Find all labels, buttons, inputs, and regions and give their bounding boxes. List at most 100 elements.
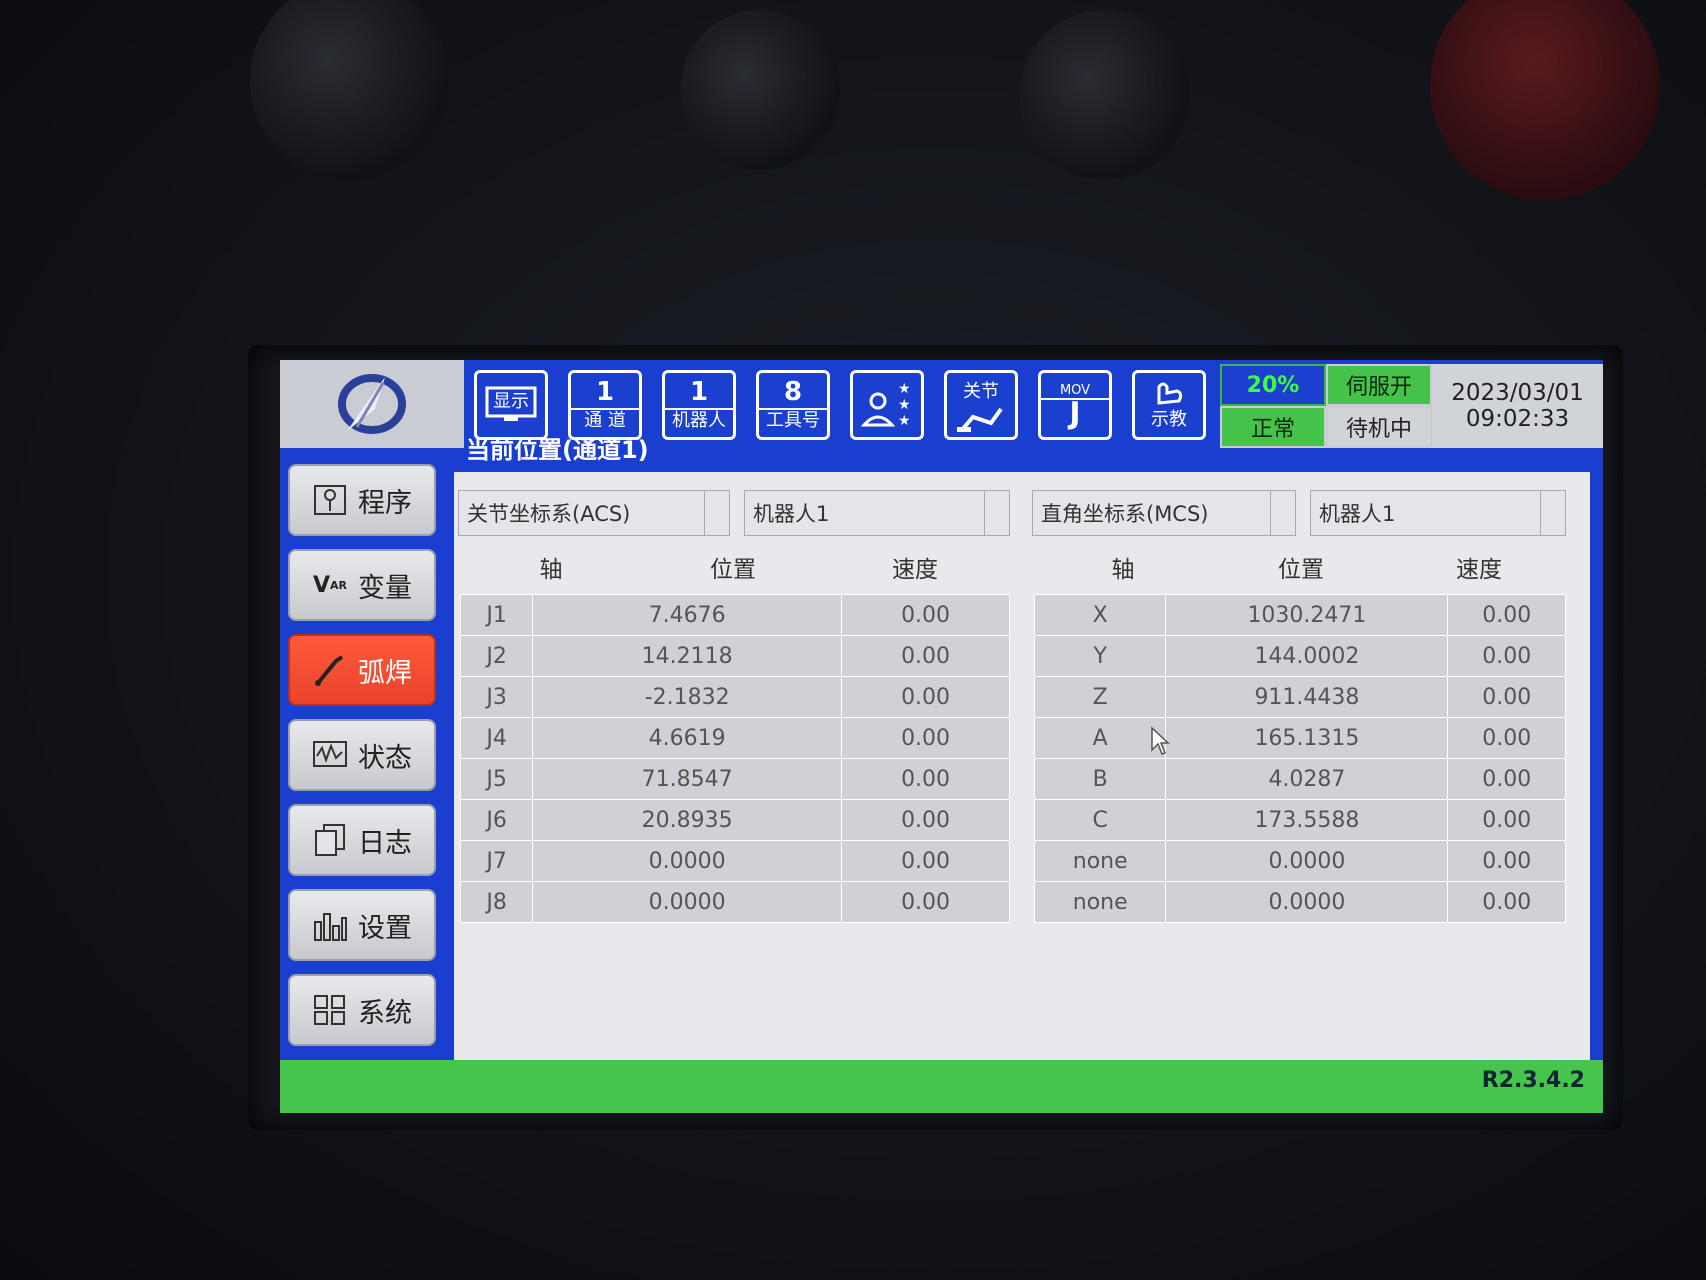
dropdown-arrow-icon bbox=[1270, 491, 1295, 535]
right-table-header: 轴 位置 速度 bbox=[1034, 550, 1568, 584]
header-speed: 速度 bbox=[892, 557, 938, 583]
table-row: J6 20.8935 0.00 bbox=[459, 799, 1010, 841]
axis-cell: Z bbox=[1033, 676, 1167, 718]
channel-number: 1 bbox=[595, 377, 615, 407]
table-row: J4 4.6619 0.00 bbox=[459, 717, 1010, 759]
status-footer: R2.3.4.2 bbox=[280, 1060, 1603, 1113]
axis-cell: J4 bbox=[459, 717, 534, 759]
header-position: 位置 bbox=[710, 557, 756, 583]
sidebar-item-variable[interactable]: V AR 变量 bbox=[288, 549, 436, 621]
axis-cell: Y bbox=[1033, 635, 1167, 677]
axis-cell: J6 bbox=[459, 799, 534, 841]
teach-pendant-screen: 显示 1 通 道 1 机器人 8 工具号 ★ ★ ★ 关节 MOV J 示教 2… bbox=[280, 360, 1603, 1113]
speed-cell: 0.00 bbox=[841, 881, 1010, 923]
position-cell: 144.0002 bbox=[1165, 635, 1449, 677]
right-robot-value: 机器人1 bbox=[1319, 502, 1396, 526]
tool-number: 8 bbox=[783, 377, 803, 407]
position-cell: 20.8935 bbox=[532, 799, 843, 841]
hardware-knob bbox=[680, 10, 840, 170]
table-row: Z 911.4438 0.00 bbox=[1033, 676, 1566, 718]
dropdown-arrow-icon bbox=[704, 491, 729, 535]
left-coord-value: 关节坐标系(ACS) bbox=[467, 502, 631, 526]
svg-text:★: ★ bbox=[898, 381, 911, 397]
position-cell: 0.0000 bbox=[1165, 840, 1449, 882]
axis-cell: A bbox=[1033, 717, 1167, 759]
speed-cell: 0.00 bbox=[841, 758, 1010, 800]
axis-cell: C bbox=[1033, 799, 1167, 841]
table-row: Y 144.0002 0.00 bbox=[1033, 635, 1566, 677]
logo bbox=[280, 360, 464, 448]
position-cell: 4.0287 bbox=[1165, 758, 1449, 800]
table-row: none 0.0000 0.00 bbox=[1033, 840, 1566, 882]
speed-cell: 0.00 bbox=[1447, 676, 1566, 718]
position-cell: 71.8547 bbox=[532, 758, 843, 800]
version-label: R2.3.4.2 bbox=[1481, 1068, 1585, 1093]
header-position: 位置 bbox=[1278, 557, 1324, 583]
sidebar-item-log[interactable]: 日志 bbox=[288, 804, 436, 876]
speed-cell: 0.00 bbox=[1447, 840, 1566, 882]
position-cell: 1030.2471 bbox=[1165, 594, 1449, 636]
sidebar-item-label: 设置 bbox=[358, 912, 412, 944]
table-row: X 1030.2471 0.00 bbox=[1033, 594, 1566, 636]
hardware-knob bbox=[250, 0, 450, 180]
header-axis: 轴 bbox=[1111, 557, 1135, 583]
mouse-cursor-icon bbox=[1151, 726, 1170, 755]
emergency-stop-button[interactable] bbox=[1430, 0, 1660, 200]
sidebar-item-label: 系统 bbox=[358, 997, 412, 1029]
position-cell: 0.0000 bbox=[1165, 881, 1449, 923]
joint-position-table: J1 7.4676 0.00 J2 14.2118 0.00 J3 -2.1832 0.00… bbox=[459, 594, 1010, 923]
right-coord-select[interactable]: 直角坐标系(MCS) bbox=[1032, 490, 1296, 536]
cartesian-position-table: X 1030.2471 0.00 Y 144.0002 0.00 Z 911.4438 0.… bbox=[1033, 594, 1566, 923]
sidebar-item-program[interactable]: 程序 bbox=[288, 464, 436, 536]
speed-cell: 0.00 bbox=[841, 840, 1010, 882]
left-robot-value: 机器人1 bbox=[753, 502, 830, 526]
welding-torch-icon bbox=[312, 653, 348, 687]
sidebar-item-system[interactable]: 系统 bbox=[288, 974, 436, 1046]
position-cell: 0.0000 bbox=[532, 881, 843, 923]
axis-cell: J1 bbox=[459, 594, 534, 636]
left-table-header: 轴 位置 速度 bbox=[460, 550, 1006, 584]
hardware-knob bbox=[1020, 10, 1190, 180]
position-cell: 7.4676 bbox=[532, 594, 843, 636]
waveform-icon bbox=[312, 738, 348, 772]
sidebar-item-label: 程序 bbox=[358, 487, 412, 519]
sidebar: 程序 V AR 变量 弧焊 状态 日志 设置 系统 bbox=[288, 464, 438, 1059]
position-cell: 0.0000 bbox=[532, 840, 843, 882]
table-row: J2 14.2118 0.00 bbox=[459, 635, 1010, 677]
dropdown-arrow-icon bbox=[984, 491, 1009, 535]
header-speed: 速度 bbox=[1456, 557, 1502, 583]
display-label: 显示 bbox=[493, 391, 529, 412]
axis-cell: B bbox=[1033, 758, 1167, 800]
table-row: J7 0.0000 0.00 bbox=[459, 840, 1010, 882]
speed-cell: 0.00 bbox=[841, 799, 1010, 841]
axis-cell: X bbox=[1033, 594, 1167, 636]
servo-status[interactable]: 伺服开 bbox=[1326, 364, 1432, 406]
right-robot-select[interactable]: 机器人1 bbox=[1310, 490, 1566, 536]
speed-cell: 0.00 bbox=[841, 635, 1010, 677]
sidebar-item-label: 日志 bbox=[358, 827, 412, 859]
robot-number: 1 bbox=[689, 377, 709, 407]
axis-cell: J7 bbox=[459, 840, 534, 882]
table-row: J5 71.8547 0.00 bbox=[459, 758, 1010, 800]
sidebar-item-arc-welding[interactable]: 弧焊 bbox=[288, 634, 436, 706]
axis-cell: none bbox=[1033, 881, 1167, 923]
speed-override[interactable]: 20% bbox=[1220, 364, 1326, 406]
left-coord-select[interactable]: 关节坐标系(ACS) bbox=[458, 490, 730, 536]
speed-cell: 0.00 bbox=[841, 594, 1010, 636]
brand-logo-icon bbox=[338, 374, 406, 434]
speed-cell: 0.00 bbox=[841, 717, 1010, 759]
log-icon bbox=[312, 823, 348, 857]
axis-cell: J8 bbox=[459, 881, 534, 923]
sidebar-item-label: 弧焊 bbox=[358, 657, 412, 689]
speed-cell: 0.00 bbox=[1447, 594, 1566, 636]
sidebar-item-status[interactable]: 状态 bbox=[288, 719, 436, 791]
svg-text:★: ★ bbox=[898, 397, 911, 413]
axis-cell: J2 bbox=[459, 635, 534, 677]
left-robot-select[interactable]: 机器人1 bbox=[744, 490, 1010, 536]
table-row: none 0.0000 0.00 bbox=[1033, 881, 1566, 923]
sidebar-item-settings[interactable]: 设置 bbox=[288, 889, 436, 961]
header-axis: 轴 bbox=[539, 557, 563, 583]
speed-cell: 0.00 bbox=[1447, 717, 1566, 759]
bar-chart-icon bbox=[312, 908, 348, 942]
position-cell: 4.6619 bbox=[532, 717, 843, 759]
